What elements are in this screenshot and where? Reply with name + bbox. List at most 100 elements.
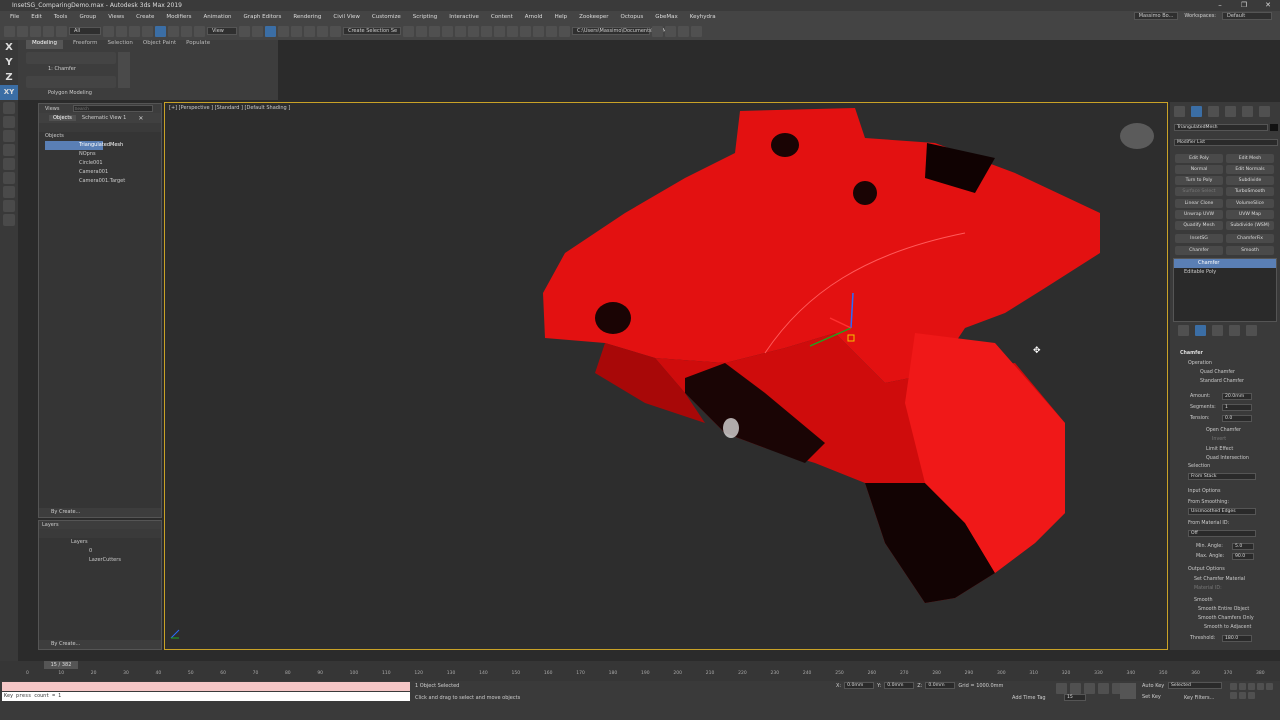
link-tool-icon[interactable] [3, 186, 15, 198]
display-tab-icon[interactable] [1242, 106, 1253, 117]
keyboard-shortcut-icon[interactable] [265, 25, 276, 37]
zoom-icon[interactable] [1230, 683, 1237, 690]
mod-btn-normal[interactable]: Normal [1175, 165, 1223, 174]
named-selection-dropdown[interactable]: Create Selection Se [343, 27, 401, 35]
timeline[interactable]: 15 / 382 0 10 20 30 40 50 60 70 80 90 100 110 120 130… [0, 661, 1280, 681]
paint-icon[interactable] [3, 130, 15, 142]
workspace-dropdown[interactable]: Default [1222, 12, 1272, 20]
link-icon[interactable] [30, 25, 41, 37]
x-coord-field[interactable]: 0.0mm [844, 682, 875, 689]
mod-btn-smooth[interactable]: Smooth [1226, 246, 1274, 255]
schematic-view-icon[interactable] [468, 25, 479, 37]
reference-coord-dropdown[interactable]: View [207, 27, 237, 35]
make-unique-icon[interactable] [1212, 325, 1223, 336]
radio-smooth-entire[interactable]: Smooth Entire Object [1198, 607, 1249, 612]
set-key-icon[interactable] [1120, 683, 1136, 699]
orbit-icon[interactable] [1239, 692, 1246, 699]
select-object-icon[interactable] [103, 25, 114, 37]
reload-icon[interactable] [691, 25, 702, 37]
current-frame-field[interactable]: 15 [1064, 694, 1086, 701]
percent-snap-icon[interactable] [304, 25, 315, 37]
menu-help[interactable]: Help [549, 14, 574, 20]
remove-modifier-icon[interactable] [1229, 325, 1240, 336]
project-path-dropdown[interactable]: C:\Users\Massimo\Documents\3dsMax [572, 27, 673, 35]
layers-toolbar[interactable] [39, 529, 161, 538]
mod-btn-turbosmooth[interactable]: TurboSmooth [1226, 187, 1274, 196]
object-nopns[interactable]: NOpns [45, 150, 161, 159]
set-chamfer-material-checkbox[interactable]: Set Chamfer Material [1194, 577, 1245, 582]
menu-civil-view[interactable]: Civil View [327, 14, 365, 20]
menu-gbemax[interactable]: GbeMax [649, 14, 684, 20]
utilities-tab-icon[interactable] [1259, 106, 1270, 117]
layers-sort[interactable]: By Create... [39, 640, 161, 649]
tab-objects[interactable]: Objects [49, 115, 76, 121]
mod-btn-subdivide[interactable]: Subdivide [1226, 176, 1274, 185]
tab-populate[interactable]: Populate [186, 40, 210, 49]
maxscript-listener[interactable] [2, 682, 410, 691]
hierarchy-tab-icon[interactable] [1208, 106, 1219, 117]
maxscript-output[interactable]: Key press count = 1 [2, 692, 410, 701]
menu-group[interactable]: Group [73, 14, 102, 20]
curve-editor-icon[interactable] [455, 25, 466, 37]
menu-content[interactable]: Content [485, 14, 519, 20]
edit-named-sel-icon[interactable] [330, 25, 341, 37]
smooth-checkbox[interactable]: Smooth [1194, 598, 1213, 603]
zoom-extents-icon[interactable] [1248, 683, 1255, 690]
key-mode-dropdown[interactable]: Selected [1168, 682, 1222, 689]
key-filters-button[interactable]: Key Filters... [1184, 695, 1214, 701]
menu-edit[interactable]: Edit [25, 14, 48, 20]
bind-spacewarp-icon[interactable] [56, 25, 67, 37]
rect-selection-icon[interactable] [129, 25, 140, 37]
mirror-icon[interactable] [403, 25, 414, 37]
auto-key-button[interactable]: Auto Key [1142, 683, 1164, 689]
minimize-icon[interactable]: – [1208, 0, 1232, 11]
unlink-icon[interactable] [43, 25, 54, 37]
tension-spinner[interactable]: 0.0 [1222, 415, 1252, 422]
render-iterative-icon[interactable] [533, 25, 544, 37]
object-color-swatch[interactable] [1270, 124, 1278, 131]
object-camera001-target[interactable]: Camera001.Target [45, 177, 161, 186]
min-angle-label[interactable]: Min. Angle: [1196, 544, 1223, 549]
go-to-start-icon[interactable] [1056, 683, 1067, 694]
maximize-icon[interactable]: ❐ [1232, 0, 1256, 11]
menu-animation[interactable]: Animation [198, 14, 238, 20]
mod-btn-insetsg[interactable]: InsetSG [1175, 234, 1223, 243]
modify-tab-icon[interactable] [1191, 106, 1202, 117]
limit-effect-checkbox[interactable]: Limit Effect [1206, 447, 1233, 452]
mod-btn-chamfer[interactable]: Chamfer [1175, 246, 1223, 255]
selection-dropdown[interactable]: From Stack [1188, 473, 1256, 480]
rotate-icon[interactable] [168, 25, 179, 37]
select-by-name-icon[interactable] [116, 25, 127, 37]
pan-icon[interactable] [1230, 692, 1237, 699]
redo-icon[interactable] [17, 25, 28, 37]
configure-sets-icon[interactable] [1246, 325, 1257, 336]
toggle-ribbon-icon[interactable] [442, 25, 453, 37]
place-icon[interactable] [194, 25, 205, 37]
perspective-viewport[interactable]: [+] [Perspective ] [Standard ] [Default … [164, 102, 1168, 650]
snap-tool-icon[interactable] [3, 200, 15, 212]
views-menu[interactable]: Views [45, 106, 59, 112]
maximize-viewport-icon[interactable] [1248, 692, 1255, 699]
radio-standard-chamfer[interactable]: Standard Chamfer [1200, 379, 1244, 384]
ribbon-side-tools[interactable] [118, 52, 130, 88]
motion-tab-icon[interactable] [1225, 106, 1236, 117]
open-chamfer-checkbox[interactable]: Open Chamfer [1206, 428, 1241, 433]
object-triangulatedmesh[interactable]: TriangulatedMesh [45, 141, 123, 150]
menu-keyhydra[interactable]: Keyhydra [684, 14, 722, 20]
y-coord-field[interactable]: 0.0mm [884, 682, 915, 689]
show-end-result-icon[interactable] [1195, 325, 1206, 336]
scale-icon[interactable] [181, 25, 192, 37]
add-time-tag[interactable]: Add Time Tag [1012, 695, 1046, 701]
mod-btn-uvw-map[interactable]: UVW Map [1226, 210, 1274, 219]
mod-btn-quadify-mesh[interactable]: Quadify Mesh [1175, 221, 1223, 230]
layer-explorer-icon[interactable] [429, 25, 440, 37]
spinner-snap-icon[interactable] [317, 25, 328, 37]
axis-xy[interactable]: XY [0, 85, 18, 100]
menu-rendering[interactable]: Rendering [287, 14, 327, 20]
layers-root[interactable]: Layers [39, 538, 161, 547]
move-icon[interactable] [155, 25, 166, 37]
axis-z[interactable]: Z [0, 70, 18, 85]
explorer-toolbar[interactable] [39, 123, 161, 132]
user-account[interactable]: Massimo Bo... [1133, 12, 1179, 20]
mod-btn-turn-to-poly[interactable]: Turn to Poly [1175, 176, 1223, 185]
